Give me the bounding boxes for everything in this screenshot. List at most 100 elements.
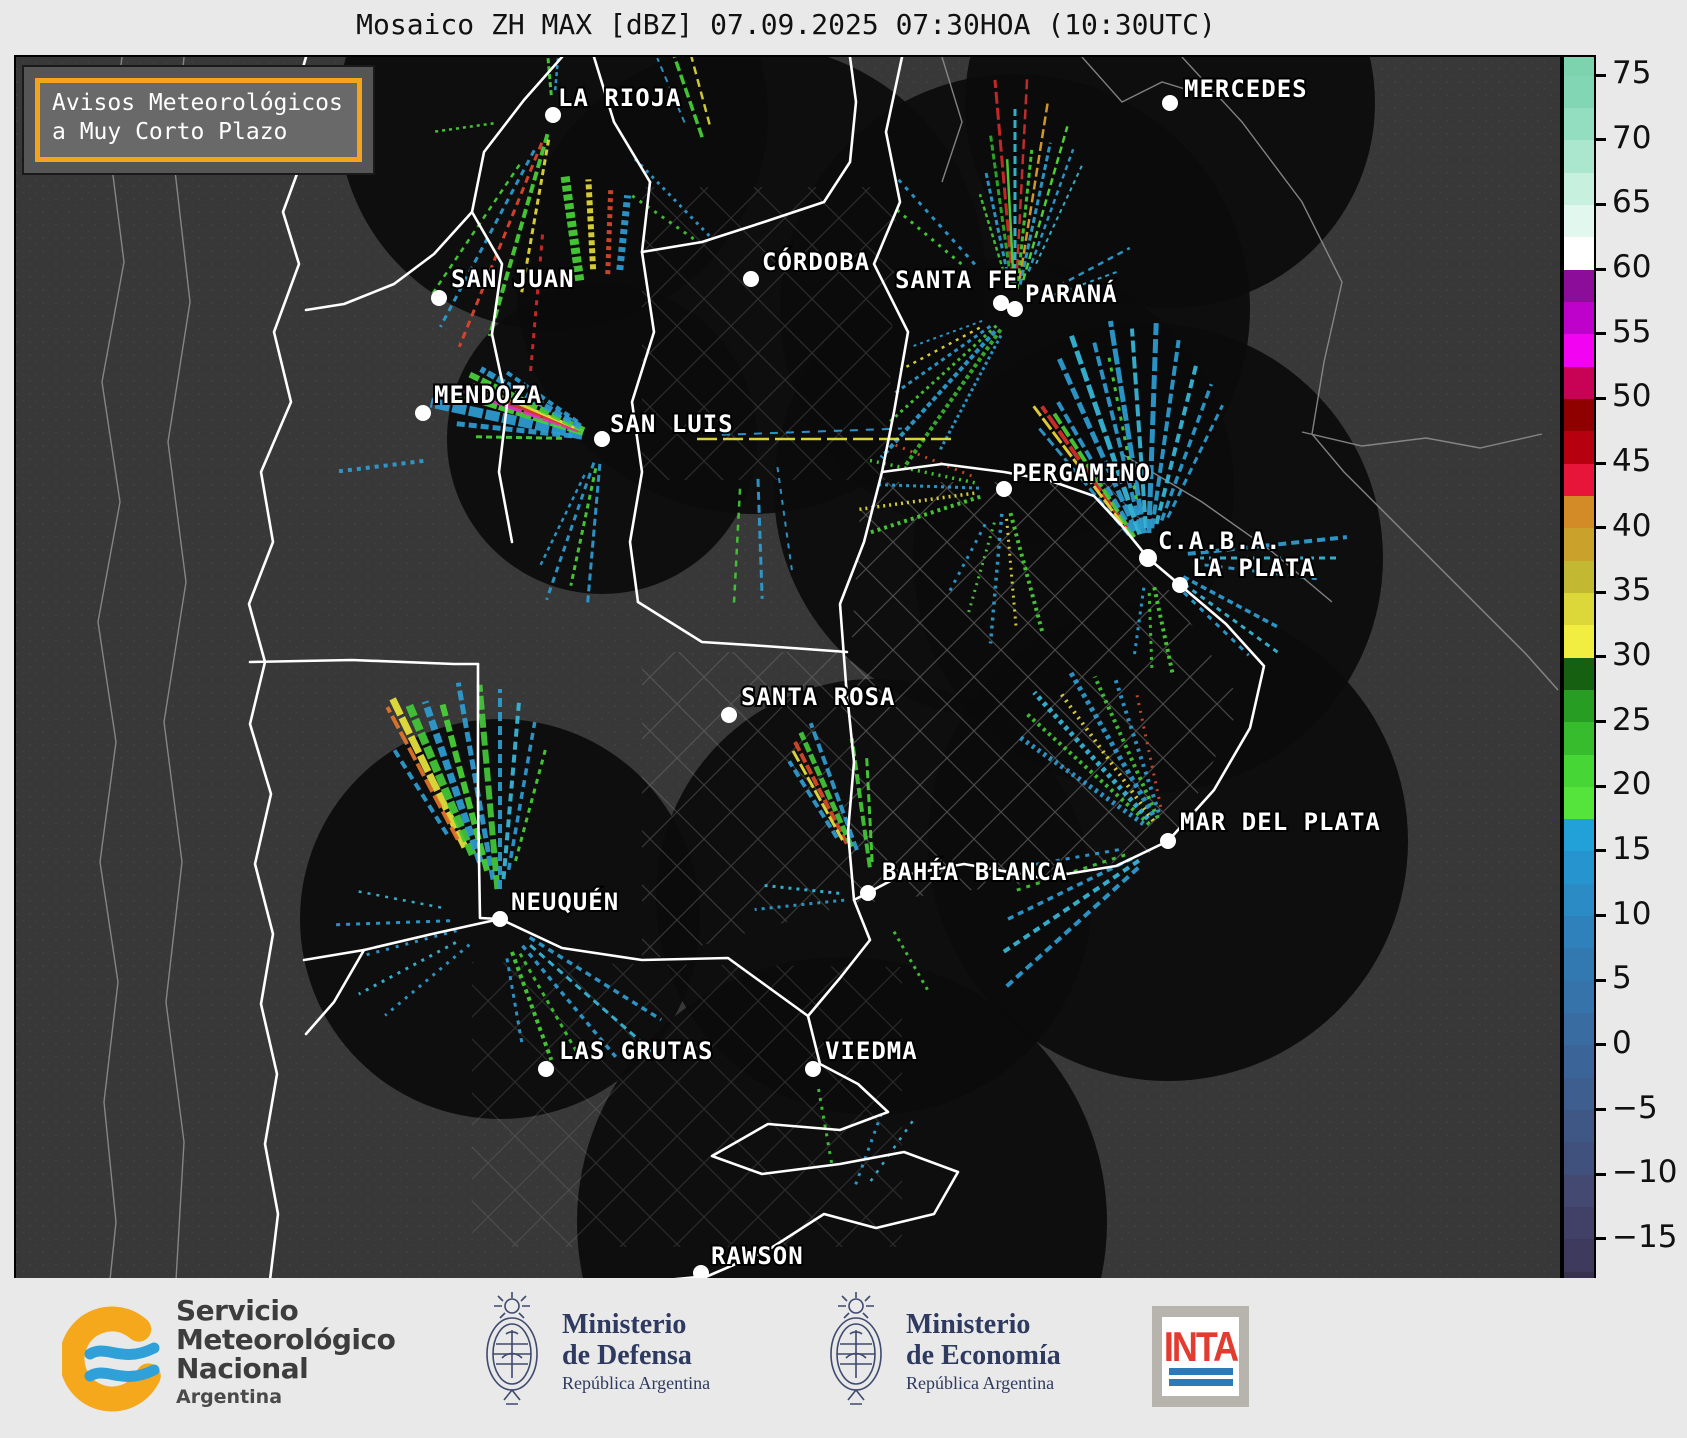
colorbar-band (1564, 495, 1594, 529)
colorbar-band (1564, 624, 1594, 658)
city-dot-c-rdoba (743, 271, 759, 287)
colorbar-band (1564, 980, 1594, 1014)
city-label: SANTA FE (895, 266, 1019, 294)
city-label: MAR DEL PLATA (1180, 808, 1381, 836)
colorbar-tick-label: 40 (1612, 507, 1652, 544)
smn-line-2: Meteorológico (176, 1323, 396, 1357)
city-dot-c-a-b-a- (1139, 549, 1157, 567)
page-title: Mosaico ZH MAX [dBZ] 07.09.2025 07:30HOA… (356, 8, 1216, 41)
colorbar-band (1564, 850, 1594, 884)
colorbar-band (1564, 915, 1594, 949)
colorbar-band (1564, 172, 1594, 205)
footer: Servicio Meteorológico Nacional Argentin… (0, 1278, 1687, 1438)
radar-map-svg: LA RIOJA MERCEDESSAN JUANCÓRDOBASANTA FE P… (16, 57, 1560, 1280)
colorbar-band (1564, 269, 1594, 302)
inta-stripe-2 (1168, 1378, 1233, 1386)
warning-box[interactable]: Avisos Meteorológicos a Muy Corto Plazo (22, 65, 375, 175)
city-dot-pergamino (996, 481, 1012, 497)
colorbar-band (1564, 204, 1594, 238)
colorbar-band (1564, 366, 1594, 399)
colorbar-tick-label: 65 (1612, 184, 1652, 221)
argentina-crest-icon (486, 1292, 538, 1405)
colorbar-band (1564, 947, 1594, 981)
colorbar-tick (1594, 978, 1606, 982)
warning-box-inner: Avisos Meteorológicos a Muy Corto Plazo (35, 78, 362, 162)
colorbar-band (1564, 1174, 1594, 1208)
city-dot-mar-del-plata (1160, 833, 1176, 849)
ministerio-defensa-block: Ministerio de Defensa República Argentin… (476, 1288, 710, 1416)
colorbar-tick-label: 70 (1612, 119, 1652, 156)
colorbar-band (1564, 463, 1594, 496)
defensa-sub: República Argentina (562, 1373, 711, 1394)
inta-logo: INTA (1152, 1306, 1249, 1407)
colorbar-tick (1594, 332, 1606, 336)
colorbar-band (1564, 559, 1594, 593)
colorbar-tick-label: 50 (1612, 378, 1652, 415)
city-label: BAHÍA BLANCA (882, 857, 1067, 886)
colorbar-tick-label: 5 (1612, 960, 1632, 997)
city-label: MERCEDES (1184, 75, 1308, 103)
city-dot-neuqu-n (492, 911, 508, 927)
city-label: NEUQUÉN (511, 887, 619, 916)
colorbar-band (1564, 301, 1594, 335)
city-dot-mercedes (1162, 95, 1178, 111)
colorbar-tick-label: −10 (1612, 1154, 1678, 1191)
inta-logo-inner: INTA (1162, 1317, 1239, 1396)
colorbar-band (1564, 57, 1594, 76)
colorbar-tick-label: 30 (1612, 636, 1652, 673)
city-label: SAN LUIS (610, 410, 734, 438)
colorbar-tick-label: 55 (1612, 313, 1652, 350)
colorbar-tick-label: 35 (1612, 572, 1652, 609)
colorbar-tick (1594, 1237, 1606, 1241)
colorbar-band (1564, 1012, 1594, 1046)
city-label: SANTA ROSA (741, 683, 896, 711)
city-label: RAWSON (711, 1242, 804, 1270)
ministerio-economia-text: Ministerio de Economía República Argenti… (906, 1309, 1061, 1395)
economia-line-2: de Economía (906, 1339, 1061, 1371)
colorbar-band (1564, 236, 1594, 270)
colorbar-band (1564, 1238, 1594, 1272)
city-label: C.A.B.A. (1158, 527, 1282, 555)
colorbar-band (1564, 398, 1594, 432)
city-label: PARANÁ (1025, 279, 1118, 308)
city-label: MENDOZA (434, 381, 542, 409)
radar-map: LA RIOJA MERCEDES SAN JUAN CÓRDOBA SANTA FE P… (14, 55, 1562, 1282)
colorbar-tick-label: 10 (1612, 895, 1652, 932)
ministerio-economia-block: Ministerio de Economía República Argenti… (820, 1288, 1061, 1416)
colorbar-tick (1594, 720, 1606, 724)
colorbar-band (1564, 721, 1594, 755)
radar-mosaic-page: Mosaico ZH MAX [dBZ] 07.09.2025 07:30HOA… (0, 0, 1687, 1438)
colorbar-tick (1594, 590, 1606, 594)
smn-line-1: Servicio (176, 1294, 299, 1327)
economia-sub: República Argentina (906, 1373, 1055, 1394)
smn-logo-block: Servicio Meteorológico Nacional Argentin… (62, 1294, 396, 1422)
colorbar-band (1564, 430, 1594, 464)
city-dot-las-grutas (538, 1061, 554, 1077)
colorbar-tick-label: −5 (1612, 1089, 1658, 1126)
colorbar-band (1564, 1077, 1594, 1111)
colorbar-tick (1594, 526, 1606, 530)
smn-sub: Argentina (176, 1386, 283, 1409)
ministerio-defensa-text: Ministerio de Defensa República Argentin… (562, 1309, 711, 1395)
colorbar-tick (1594, 138, 1606, 142)
smn-sun-icon (62, 1306, 162, 1412)
city-dot-viedma (805, 1061, 821, 1077)
colorbar-tick-label: 0 (1612, 1024, 1632, 1061)
colorbar-band (1564, 883, 1594, 917)
colorbar-tick-label: 15 (1612, 830, 1652, 867)
city-dot-paran- (1007, 301, 1023, 317)
colorbar-tick-label: 20 (1612, 766, 1652, 803)
city-label: VIEDMA (825, 1037, 918, 1065)
city-dot-santa-fe (993, 295, 1009, 311)
colorbar-band (1564, 527, 1594, 561)
colorbar-band (1564, 818, 1594, 852)
colorbar-tick (1594, 849, 1606, 853)
colorbar-tick (1594, 461, 1606, 465)
city-label: LA RIOJA (558, 84, 682, 112)
defensa-line-2: de Defensa (562, 1339, 692, 1371)
colorbar-tick (1594, 1043, 1606, 1047)
warning-line-2: a Muy Corto Plazo (52, 119, 288, 146)
colorbar-band (1564, 1109, 1594, 1143)
city-dot-mendoza (415, 405, 431, 421)
city-label: PERGAMINO (1012, 459, 1151, 487)
